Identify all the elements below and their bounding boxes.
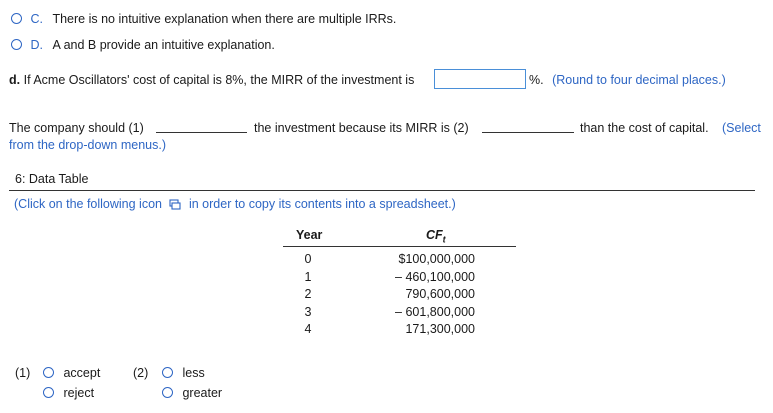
radio-less[interactable] (162, 367, 173, 378)
select-instruction-2: from the drop-down menus.) (9, 138, 167, 152)
radio-accept[interactable] (43, 367, 54, 378)
cf-column: $100,000,000 – 460,100,000 790,600,000 –… (360, 252, 475, 340)
cf-subscript: t (442, 234, 446, 245)
part-d-prompt: If Acme Oscillators' cost of capital is … (23, 73, 415, 87)
year-column: 0 1 2 3 4 (298, 252, 318, 340)
table-row-year: 4 (304, 322, 312, 337)
option-d-text: A and B provide an intuitive explanation… (52, 38, 275, 52)
conclusion-part1: The company should (1) (9, 121, 144, 135)
rounding-hint: (Round to four decimal places.) (552, 73, 726, 87)
select-instruction-1: (Select (722, 121, 761, 135)
dropdown-2-option-less[interactable]: less (162, 366, 205, 380)
table-row-cf: 790,600,000 (405, 287, 475, 302)
option-c[interactable]: C. There is no intuitive explanation whe… (11, 12, 396, 26)
col-header-year: Year (296, 228, 323, 242)
table-row-year: 1 (304, 269, 312, 284)
mirr-answer-input[interactable] (434, 69, 526, 89)
copy-instruction-pre: (Click on the following icon (14, 197, 162, 211)
data-table-title: 6: Data Table (15, 172, 89, 186)
table-row-cf: – 460,100,000 (395, 269, 475, 284)
table-row-cf: 171,300,000 (405, 322, 475, 337)
table-header-rule (283, 246, 516, 247)
dropdown-2-option-greater[interactable]: greater (162, 386, 222, 400)
radio-c[interactable] (11, 13, 22, 24)
table-row-cf: $100,000,000 (398, 252, 475, 266)
table-row-year: 3 (304, 304, 312, 319)
dropdown-1-label: (1) (15, 366, 31, 380)
section-divider (9, 190, 755, 191)
option-greater-label: greater (182, 386, 223, 400)
table-row-year: 0 (304, 252, 312, 266)
dropdown-2-blank[interactable] (482, 132, 574, 133)
copy-instruction: (Click on the following icon in order to… (14, 197, 456, 213)
radio-reject[interactable] (43, 387, 54, 398)
dropdown-2-label: (2) (133, 366, 149, 380)
option-accept-label: accept (63, 366, 101, 380)
radio-d[interactable] (11, 39, 22, 50)
copy-instruction-post: in order to copy its contents into a spr… (188, 197, 456, 211)
copy-icon[interactable] (169, 199, 182, 213)
part-d-question: d. If Acme Oscillators' cost of capital … (9, 73, 414, 87)
option-d[interactable]: D. A and B provide an intuitive explanat… (11, 38, 275, 52)
percent-suffix: %. (529, 73, 544, 87)
option-less-label: less (182, 366, 205, 380)
option-c-text: There is no intuitive explanation when t… (52, 12, 397, 26)
table-row-cf: – 601,800,000 (395, 304, 475, 319)
radio-greater[interactable] (162, 387, 173, 398)
part-d-label: d. (9, 73, 21, 87)
col-header-cf: CFt (426, 228, 446, 245)
dropdown-1-option-reject[interactable]: reject (43, 386, 94, 400)
part-d-suffix-line: %. (Round to four decimal places.) (529, 73, 726, 87)
dropdown-1-option-accept[interactable]: accept (43, 366, 100, 380)
option-c-letter: C. (30, 12, 43, 26)
table-row-year: 2 (304, 287, 312, 302)
conclusion-part2: the investment because its MIRR is (2) (254, 121, 469, 135)
option-d-letter: D. (30, 38, 43, 52)
cf-label: CF (426, 228, 443, 242)
conclusion-part3: than the cost of capital. (580, 121, 709, 135)
dropdown-1-blank[interactable] (156, 132, 247, 133)
option-reject-label: reject (63, 386, 95, 400)
